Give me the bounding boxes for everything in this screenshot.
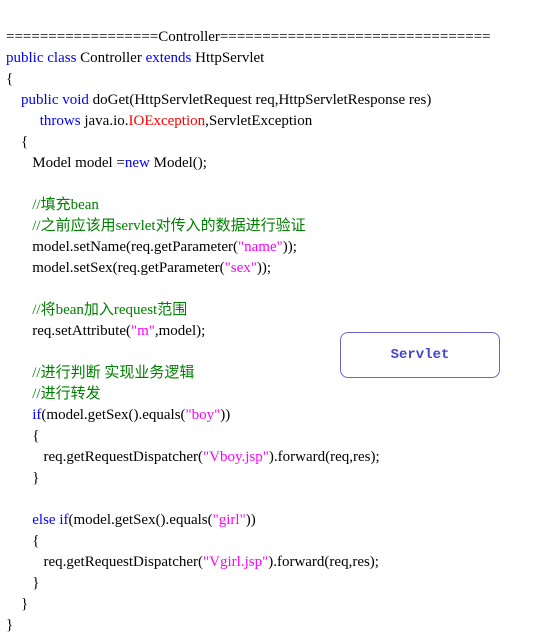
- call-end: ));: [283, 239, 297, 255]
- comment: //将bean加入request范围: [32, 302, 187, 318]
- comment: //之前应该用servlet对传入的数据进行验证: [32, 218, 305, 234]
- class-name: Controller: [76, 50, 145, 66]
- brace-close: }: [6, 617, 13, 633]
- brace-open: {: [6, 71, 13, 87]
- call: req.getRequestDispatcher(: [44, 449, 204, 465]
- keyword-extends: extends: [146, 50, 192, 66]
- callout-box: Servlet: [340, 332, 500, 378]
- indent: [6, 407, 32, 423]
- string-literal: "m": [131, 323, 155, 339]
- keyword-throws: throws: [40, 113, 81, 129]
- keyword-new: new: [125, 155, 150, 171]
- exception-rest: ,ServletException: [205, 113, 312, 129]
- call: req.getRequestDispatcher(: [44, 554, 204, 570]
- indent: [6, 365, 32, 381]
- ctor-call: Model();: [150, 155, 207, 171]
- comment: //进行判断 实现业务逻辑: [32, 365, 194, 381]
- condition: (model.getSex().equals(: [69, 512, 213, 528]
- indent: [6, 512, 32, 528]
- indent: [6, 155, 32, 171]
- indent: [6, 302, 32, 318]
- condition: (model.getSex().equals(: [41, 407, 185, 423]
- var-decl: Model model =: [32, 155, 125, 171]
- superclass: HttpServlet: [191, 50, 264, 66]
- keyword-else: else: [32, 512, 55, 528]
- indent: [6, 386, 32, 402]
- indent: [6, 197, 32, 213]
- brace-open: {: [6, 134, 28, 150]
- keyword-if: if: [59, 512, 68, 528]
- keyword-void: void: [62, 92, 89, 108]
- comment: //填充bean: [32, 197, 99, 213]
- method-signature: doGet(HttpServletRequest req,HttpServlet…: [89, 92, 431, 108]
- indent: [6, 218, 32, 234]
- condition-end: )): [246, 512, 256, 528]
- comment: //进行转发: [32, 386, 100, 402]
- call-end: ).forward(req,res);: [268, 554, 379, 570]
- keyword-public: public: [6, 50, 44, 66]
- string-literal: "sex": [225, 260, 257, 276]
- indent: [6, 92, 21, 108]
- callout-label: Servlet: [391, 347, 450, 363]
- section-header: ==================Controller============…: [6, 29, 491, 45]
- string-literal: "Vgirl.jsp": [203, 554, 268, 570]
- call-end: ,model);: [155, 323, 205, 339]
- brace-close: }: [6, 596, 28, 612]
- call: model.setName(req.getParameter(: [32, 239, 238, 255]
- indent: [6, 449, 44, 465]
- exception-class: IOException: [129, 113, 206, 129]
- condition-end: )): [220, 407, 230, 423]
- code-block: ==================Controller============…: [6, 6, 540, 636]
- string-literal: "Vboy.jsp": [203, 449, 269, 465]
- brace-close: }: [6, 575, 39, 591]
- keyword-public: public: [21, 92, 59, 108]
- string-literal: "boy": [186, 407, 221, 423]
- indent: [6, 113, 40, 129]
- call-end: ).forward(req,res);: [269, 449, 380, 465]
- package: java.io.: [81, 113, 129, 129]
- brace-open: {: [6, 533, 39, 549]
- brace-open: {: [6, 428, 39, 444]
- string-literal: "girl": [213, 512, 246, 528]
- keyword-class: class: [47, 50, 76, 66]
- indent: [6, 239, 32, 255]
- call-end: ));: [257, 260, 271, 276]
- brace-close: }: [6, 470, 39, 486]
- indent: [6, 554, 44, 570]
- call: model.setSex(req.getParameter(: [32, 260, 224, 276]
- indent: [6, 323, 32, 339]
- call: req.setAttribute(: [32, 323, 131, 339]
- string-literal: "name": [238, 239, 283, 255]
- indent: [6, 260, 32, 276]
